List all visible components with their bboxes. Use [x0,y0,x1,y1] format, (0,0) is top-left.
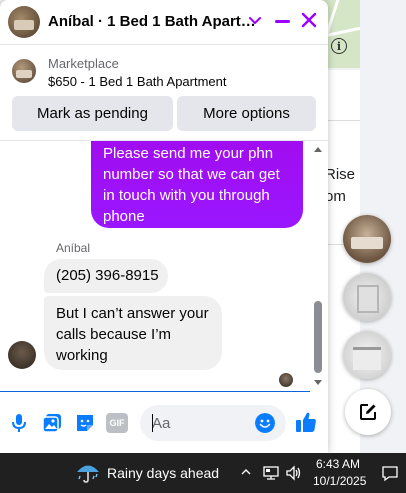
clock-date[interactable]: 10/1/2025 [313,474,366,488]
taskbar: Rainy days ahead 6:43 AM 10/1/2025 [0,453,406,493]
emoji-icon[interactable] [255,413,275,433]
chat-title[interactable]: Aníbal · 1 Bed 1 Bath Apart… [48,13,256,30]
minimize-icon[interactable] [275,11,291,31]
close-icon[interactable] [300,11,318,29]
outgoing-message[interactable]: Please send me your phn number so that w… [91,141,303,228]
scroll-up-arrow[interactable] [314,147,322,152]
incoming-message[interactable]: (205) 396-8915 [44,259,168,293]
avatar[interactable] [8,6,40,38]
divider [326,120,360,121]
scrollbar-thumb[interactable] [314,301,322,373]
sticker-icon[interactable] [74,412,96,434]
gif-icon[interactable]: GIF [106,413,128,433]
like-icon[interactable] [294,410,318,434]
marketplace-label: Marketplace [48,56,119,71]
avatar[interactable] [8,341,36,369]
weather-text[interactable]: Rainy days ahead [107,465,219,481]
network-icon[interactable] [262,464,280,482]
message-list[interactable]: Please send me your phn number so that w… [0,141,328,391]
listing-thumbnail [12,59,36,83]
background-text: Rise [325,166,356,183]
composer: GIF [0,392,328,453]
chat-window: Aníbal · 1 Bed 1 Bath Apart… Marketplace… [0,0,328,453]
sender-name: Aníbal [56,241,91,255]
mark-as-pending-button[interactable]: Mark as pending [12,96,173,131]
text-cursor [152,414,153,432]
compose-icon [360,404,376,420]
chevron-up-icon[interactable] [240,466,252,478]
marketplace-listing[interactable]: Marketplace $650 - 1 Bed 1 Bath Apartmen… [0,46,328,94]
listing-title: $650 - 1 Bed 1 Bath Apartment [48,74,227,89]
chat-header: Aníbal · 1 Bed 1 Bath Apart… [0,0,328,45]
photo-icon[interactable] [41,412,63,434]
chat-head[interactable] [343,215,391,263]
notification-icon[interactable] [381,464,399,482]
clock-time[interactable]: 6:43 AM [316,457,360,471]
chevron-down-icon[interactable] [247,12,263,28]
scroll-down-arrow[interactable] [314,380,322,385]
volume-icon[interactable] [285,464,303,482]
incoming-message[interactable]: But I can’t answer your calls because I’… [44,296,222,370]
info-icon[interactable]: i [331,38,347,54]
new-message-button[interactable] [345,389,391,435]
chat-head[interactable] [343,273,391,321]
more-options-button[interactable]: More options [177,96,316,131]
scrollbar[interactable] [312,145,324,390]
chat-head[interactable] [343,331,391,379]
microphone-icon[interactable] [8,412,30,434]
background-text: om [325,188,346,205]
weather-icon[interactable] [75,461,101,485]
seen-indicator [279,373,293,387]
